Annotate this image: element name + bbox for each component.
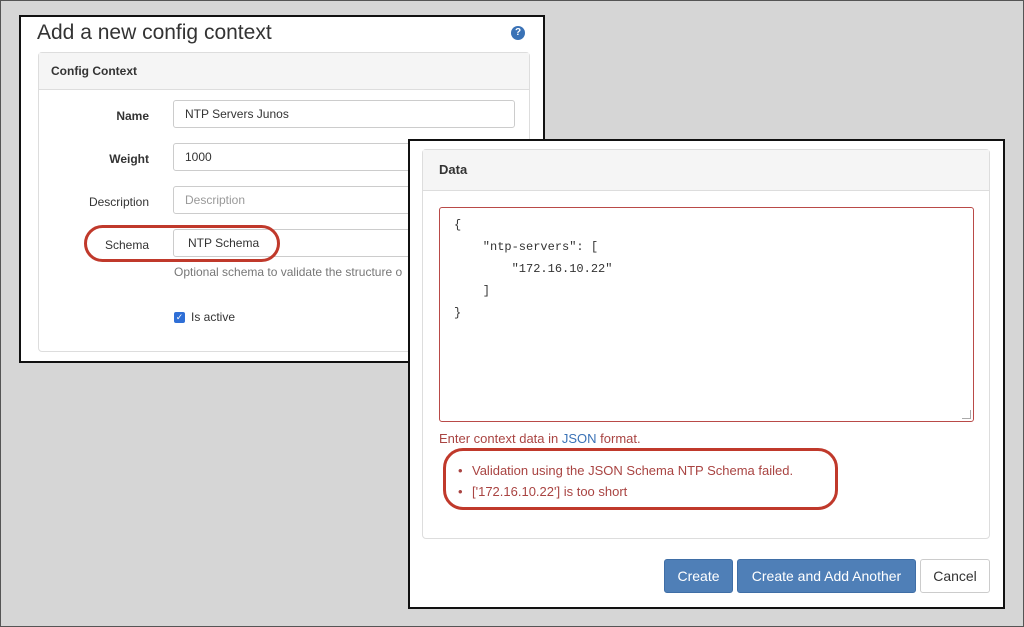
name-label: Name: [116, 109, 149, 123]
code-line: "ntp-servers": [: [454, 240, 599, 254]
code-line: ]: [454, 284, 491, 298]
errors-highlight-oval: [443, 448, 838, 510]
weight-label: Weight: [109, 152, 149, 166]
help-suffix: format.: [596, 431, 641, 446]
help-prefix: Enter context data in: [439, 431, 562, 446]
code-line: "172.16.10.22": [454, 262, 613, 276]
schema-highlight-oval: [84, 225, 280, 262]
is-active-checkbox[interactable]: ✓: [174, 312, 185, 323]
panel-heading: Data: [423, 150, 989, 191]
question-circle-icon[interactable]: ?: [511, 26, 525, 40]
data-textarea[interactable]: { "ntp-servers": [ "172.16.10.22" ] }: [439, 207, 974, 422]
page-title: Add a new config context: [37, 21, 272, 44]
schema-help-text: Optional schema to validate the structur…: [174, 265, 403, 279]
data-help-text: Enter context data in JSON format.: [439, 431, 641, 446]
code-line: }: [454, 306, 462, 320]
panel-heading: Config Context: [39, 53, 529, 90]
json-link[interactable]: JSON: [562, 431, 597, 446]
create-and-add-another-button[interactable]: Create and Add Another: [737, 559, 916, 593]
code-line: {: [454, 218, 462, 232]
data-panel-window: Data { "ntp-servers": [ "172.16.10.22" ]…: [408, 139, 1005, 609]
is-active-label: Is active: [191, 310, 236, 324]
create-button[interactable]: Create: [664, 559, 733, 593]
description-label: Description: [88, 195, 149, 209]
name-input[interactable]: NTP Servers Junos: [173, 100, 515, 128]
resize-handle-icon[interactable]: [962, 410, 971, 419]
cancel-button[interactable]: Cancel: [920, 559, 990, 593]
